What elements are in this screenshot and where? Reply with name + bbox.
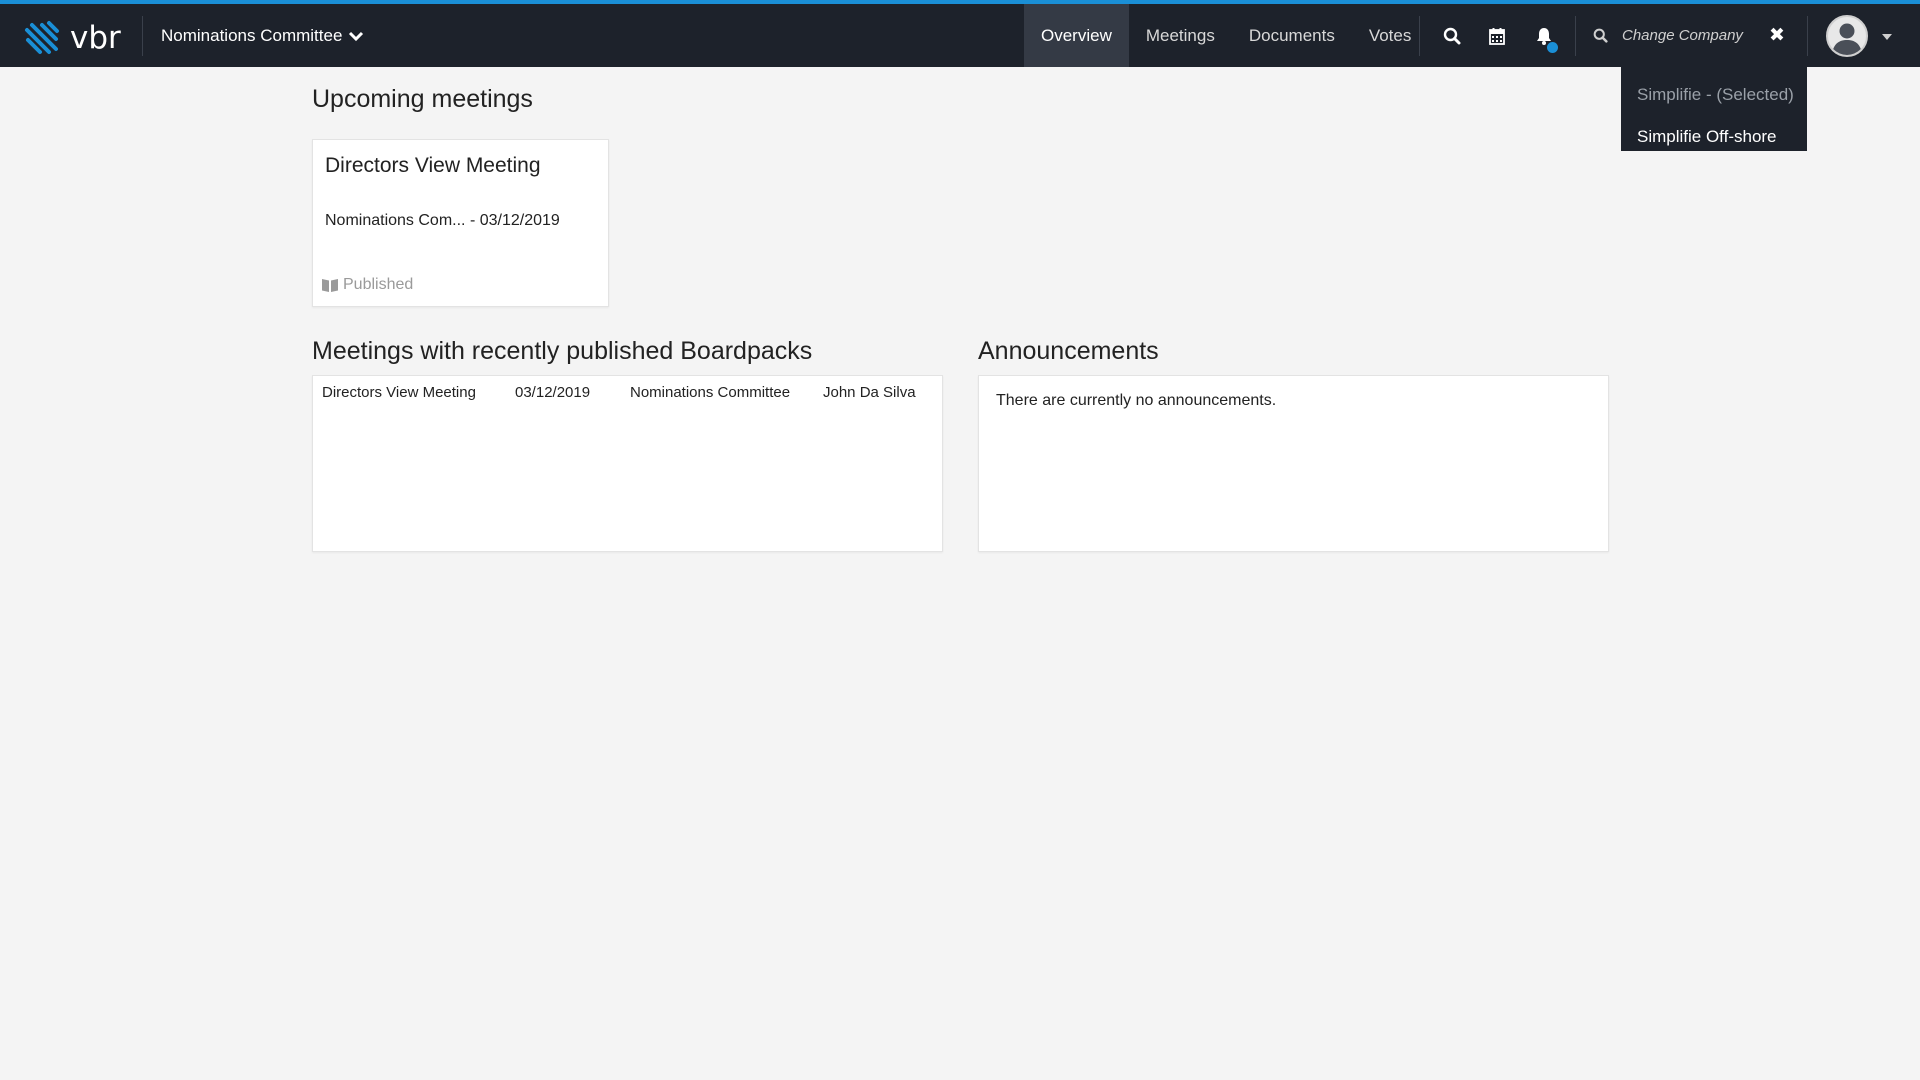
user-avatar-icon xyxy=(1832,23,1862,55)
search-icon xyxy=(1593,28,1608,43)
chevron-down-icon xyxy=(349,31,364,41)
committee-selector[interactable]: Nominations Committee xyxy=(161,4,364,67)
tab-overview[interactable]: Overview xyxy=(1024,4,1129,67)
boardpacks-panel: Directors View Meeting 03/12/2019 Nomina… xyxy=(312,375,943,552)
tab-votes[interactable]: Votes xyxy=(1352,4,1429,67)
notification-dot xyxy=(1547,42,1558,53)
tab-meetings[interactable]: Meetings xyxy=(1129,4,1232,67)
search-icon xyxy=(1443,27,1461,44)
calendar-button[interactable] xyxy=(1482,4,1512,67)
table-row[interactable]: Directors View Meeting 03/12/2019 Nomina… xyxy=(313,384,942,406)
upcoming-meetings-title: Upcoming meetings xyxy=(312,85,533,113)
vbr-logo-icon xyxy=(25,21,59,54)
caret-down-icon[interactable] xyxy=(1882,34,1892,40)
announcements-panel: There are currently no announcements. xyxy=(978,375,1609,552)
change-company-input[interactable]: Change Company xyxy=(1622,4,1743,67)
notifications-button[interactable] xyxy=(1529,4,1559,67)
company-dropdown: Simplifie - (Selected) Simplifie Off-sho… xyxy=(1621,67,1807,151)
tab-documents[interactable]: Documents xyxy=(1232,4,1352,67)
calendar-icon xyxy=(1489,27,1505,45)
divider xyxy=(1807,16,1808,56)
vbr-logo[interactable]: vbr xyxy=(22,18,121,58)
boardpack-date: 03/12/2019 xyxy=(515,384,591,401)
avatar[interactable] xyxy=(1826,15,1868,57)
divider xyxy=(1419,16,1420,56)
company-search-icon-wrap xyxy=(1585,4,1615,67)
upcoming-meeting-card[interactable]: Directors View Meeting Nominations Com..… xyxy=(312,139,609,307)
logo-text: vbr xyxy=(70,20,121,56)
company-option[interactable]: Simplifie Off-shore xyxy=(1621,116,1807,158)
divider xyxy=(1575,16,1576,56)
main-nav-tabs: Overview Meetings Documents Votes xyxy=(1024,4,1428,67)
boardpack-person: John Da Silva xyxy=(823,384,916,401)
meeting-card-title[interactable]: Directors View Meeting xyxy=(325,154,541,178)
boardpack-committee: Nominations Committee xyxy=(630,384,791,401)
meeting-card-subtitle: Nominations Com... - 03/12/2019 xyxy=(325,212,560,229)
committee-selector-label: Nominations Committee xyxy=(161,25,343,45)
divider xyxy=(142,16,143,56)
status-label: Published xyxy=(343,276,414,293)
boardpack-meeting[interactable]: Directors View Meeting xyxy=(322,384,476,401)
close-icon[interactable]: ✖ xyxy=(1766,4,1788,67)
announcements-empty-text: There are currently no announcements. xyxy=(996,392,1277,409)
boardpacks-title: Meetings with recently published Boardpa… xyxy=(312,337,813,365)
announcements-title: Announcements xyxy=(978,337,1159,365)
meeting-card-status: Published xyxy=(321,276,413,294)
top-navbar: vbr Nominations Committee Overview Meeti… xyxy=(0,4,1920,67)
company-option-selected[interactable]: Simplifie - (Selected) xyxy=(1621,74,1807,116)
search-button[interactable] xyxy=(1437,4,1467,67)
book-open-icon xyxy=(322,278,338,292)
